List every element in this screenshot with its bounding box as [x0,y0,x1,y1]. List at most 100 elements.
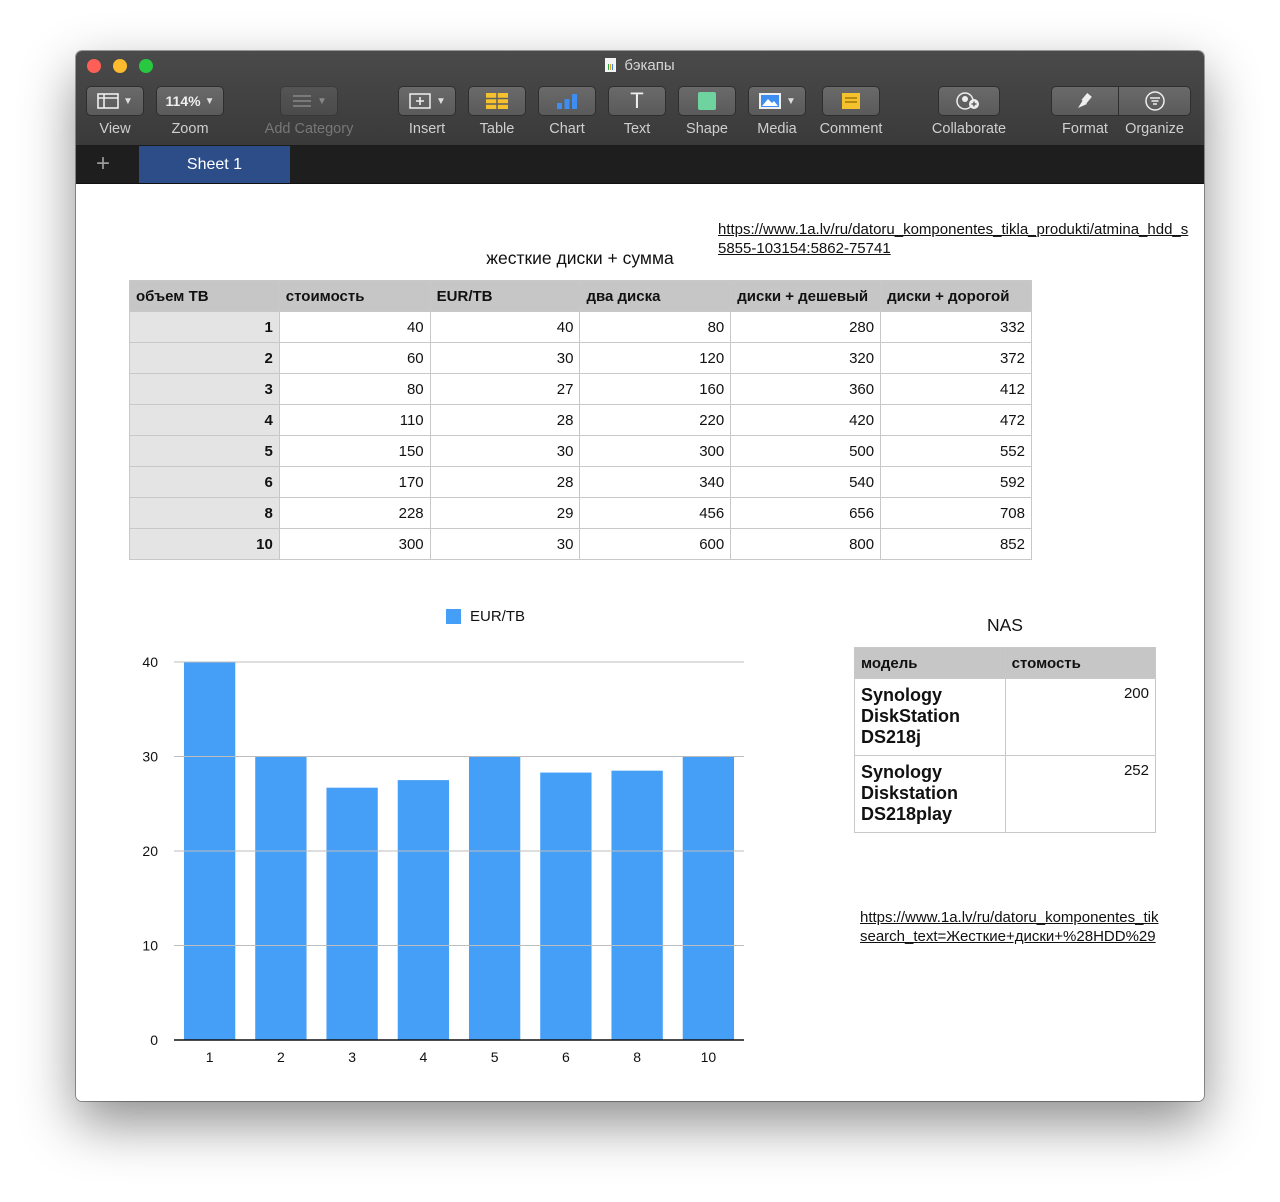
organize-button[interactable] [1118,86,1191,116]
table-cell[interactable]: 500 [730,435,882,467]
table-cell[interactable]: 600 [579,528,732,560]
chart-bar[interactable] [611,770,663,1040]
chart-bar[interactable] [468,756,521,1041]
table-cell[interactable]: 170 [278,466,431,498]
row-header-cell[interactable]: 1 [129,311,280,343]
insert-icon [409,93,431,109]
table-cell[interactable]: 40 [429,311,581,343]
table-cell[interactable]: 800 [730,528,882,560]
table-cell[interactable]: 280 [730,311,882,343]
row-header-cell[interactable]: 6 [129,466,280,498]
table-cell[interactable]: 80 [278,373,431,405]
chart-bar[interactable] [682,756,735,1041]
table-cell[interactable]: 28 [429,404,581,436]
table-cell[interactable]: 27 [429,373,581,405]
table-row[interactable]: 8 228 29 456 656 708 [129,497,1032,529]
table-cell[interactable]: 332 [880,311,1032,343]
row-header-cell[interactable]: 5 [129,435,280,467]
row-header-cell[interactable]: 3 [129,373,280,405]
table-cell[interactable]: 540 [730,466,882,498]
chart-bar[interactable] [326,787,378,1040]
add-category-button[interactable]: ▼ [280,86,338,116]
nas-model-cell[interactable]: Synology Diskstation DS218play [854,755,1006,833]
table-cell[interactable]: 300 [579,435,732,467]
hdd-link[interactable]: https://www.1a.lv/ru/datoru_komponentes_… [718,220,1204,258]
column-header[interactable]: EUR/TB [429,280,581,312]
zoom-label: Zoom [171,121,209,137]
chart-button[interactable] [538,86,596,116]
insert-button[interactable]: ▼ [398,86,456,116]
column-header[interactable]: диски + дешевый [730,280,882,312]
comment-button[interactable] [822,86,880,116]
column-header[interactable]: стоимость [278,280,431,312]
table-cell[interactable]: 60 [278,342,431,374]
table-cell[interactable]: 29 [429,497,581,529]
nas-price-cell[interactable]: 252 [1004,755,1157,833]
nas-price-cell[interactable]: 200 [1004,678,1157,756]
table-row[interactable]: 1 40 40 80 280 332 [129,311,1032,343]
table-cell[interactable]: 552 [880,435,1032,467]
y-tick-label: 30 [142,749,158,765]
chart-bar[interactable] [540,772,592,1040]
column-header[interactable]: два диска [579,280,732,312]
table-cell[interactable]: 120 [579,342,732,374]
eur-per-tb-chart[interactable]: EUR/TB 0 10 20 30 40 1 2 3 4 5 6 8 10 [126,594,756,1074]
media-button[interactable]: ▼ [748,86,806,116]
table-row[interactable]: Synology DiskStation DS218j 200 [854,678,1157,756]
column-header[interactable]: модель [854,647,1006,679]
collaborate-button[interactable] [938,86,1000,116]
chart-bar[interactable] [255,756,307,1041]
table-cell[interactable]: 30 [429,342,581,374]
table-cell[interactable]: 28 [429,466,581,498]
table-row[interactable]: 6 170 28 340 540 592 [129,466,1032,498]
table-cell[interactable]: 228 [278,497,431,529]
column-header[interactable]: стомость [1004,647,1157,679]
table-cell[interactable]: 320 [730,342,882,374]
nas-model-cell[interactable]: Synology DiskStation DS218j [854,678,1006,756]
table-cell[interactable]: 456 [579,497,732,529]
table-cell[interactable]: 110 [278,404,431,436]
chart-bar[interactable] [397,780,450,1040]
table-cell[interactable]: 412 [880,373,1032,405]
table-button[interactable] [468,86,526,116]
table-cell[interactable]: 372 [880,342,1032,374]
disks-table-title: жесткие диски + сумма [486,248,674,268]
table-cell[interactable]: 472 [880,404,1032,436]
chevron-down-icon: ▼ [204,95,215,107]
table-cell[interactable]: 420 [730,404,882,436]
view-button[interactable]: ▼ [86,86,144,116]
text-button[interactable]: T [608,86,666,116]
table-cell[interactable]: 656 [730,497,882,529]
table-row[interactable]: 5 150 30 300 500 552 [129,435,1032,467]
tab-sheet-1[interactable]: Sheet 1 [139,146,290,183]
table-row[interactable]: Synology Diskstation DS218play 252 [854,755,1157,833]
table-cell[interactable]: 360 [730,373,882,405]
table-cell[interactable]: 80 [579,311,732,343]
table-cell[interactable]: 300 [278,528,431,560]
table-cell[interactable]: 340 [579,466,732,498]
table-row[interactable]: 2 60 30 120 320 372 [129,342,1032,374]
column-header[interactable]: диски + дорогой [880,280,1032,312]
row-header-cell[interactable]: 10 [129,528,280,560]
table-cell[interactable]: 592 [880,466,1032,498]
table-cell[interactable]: 160 [579,373,732,405]
zoom-select[interactable]: 114% ▼ [156,86,224,116]
table-cell[interactable]: 150 [278,435,431,467]
shape-button[interactable] [678,86,736,116]
row-header-cell[interactable]: 8 [129,497,280,529]
table-cell[interactable]: 30 [429,435,581,467]
table-cell[interactable]: 40 [278,311,431,343]
row-header-cell[interactable]: 2 [129,342,280,374]
table-cell[interactable]: 220 [579,404,732,436]
add-sheet-button[interactable]: + [96,150,110,178]
column-header[interactable]: объем ТВ [129,280,280,312]
hdd-search-link[interactable]: https://www.1a.lv/ru/datoru_komponentes_… [860,908,1204,946]
table-row[interactable]: 3 80 27 160 360 412 [129,373,1032,405]
format-button[interactable] [1051,86,1119,116]
table-cell[interactable]: 708 [880,497,1032,529]
table-cell[interactable]: 30 [429,528,581,560]
table-cell[interactable]: 852 [880,528,1032,560]
row-header-cell[interactable]: 4 [129,404,280,436]
table-row[interactable]: 10 300 30 600 800 852 [129,528,1032,560]
table-row[interactable]: 4 110 28 220 420 472 [129,404,1032,436]
